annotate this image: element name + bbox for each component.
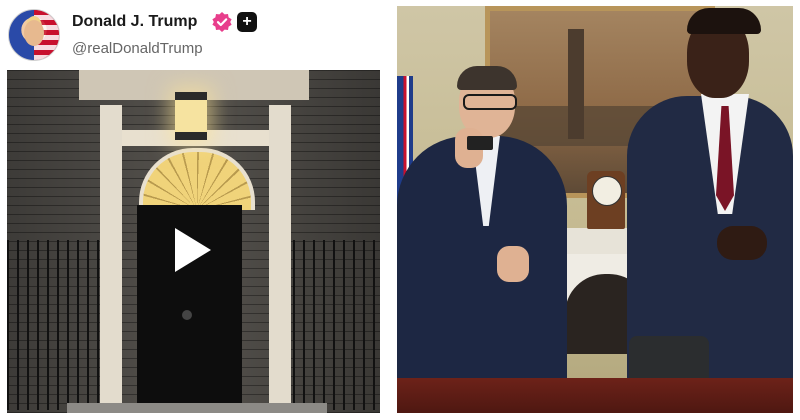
hair — [457, 66, 517, 90]
door-steps — [67, 403, 327, 413]
glasses — [463, 94, 517, 110]
avatar-face — [24, 20, 44, 46]
plus-icon: + — [242, 13, 252, 30]
display-name[interactable]: Donald J. Trump — [72, 13, 197, 31]
social-post: Donald J. Trump + @realDonaldTrump — [0, 0, 390, 420]
mantel-clock — [587, 171, 625, 229]
panel-divider — [390, 0, 397, 420]
clock-dial — [592, 176, 622, 206]
man-left-on-phone — [397, 66, 577, 406]
video-thumbnail[interactable] — [7, 70, 380, 413]
pointing-hand — [497, 246, 529, 282]
fanlight-window — [139, 148, 255, 210]
desk-phone — [629, 336, 709, 381]
railing-left — [7, 240, 99, 410]
railing-right — [293, 240, 380, 410]
pilaster-left — [100, 105, 122, 405]
tv-scene-image — [397, 6, 793, 413]
play-icon[interactable] — [175, 228, 211, 272]
hand — [717, 226, 767, 260]
pilaster-right — [269, 105, 291, 405]
verified-badge-icon — [212, 12, 232, 32]
red-desk — [397, 378, 793, 413]
avatar[interactable] — [8, 9, 60, 61]
door-knocker — [182, 310, 192, 320]
mobile-phone — [467, 136, 493, 150]
lamp — [175, 92, 207, 140]
hair — [687, 8, 761, 34]
handle[interactable]: @realDonaldTrump — [72, 40, 203, 57]
follow-button[interactable]: + — [237, 12, 257, 32]
